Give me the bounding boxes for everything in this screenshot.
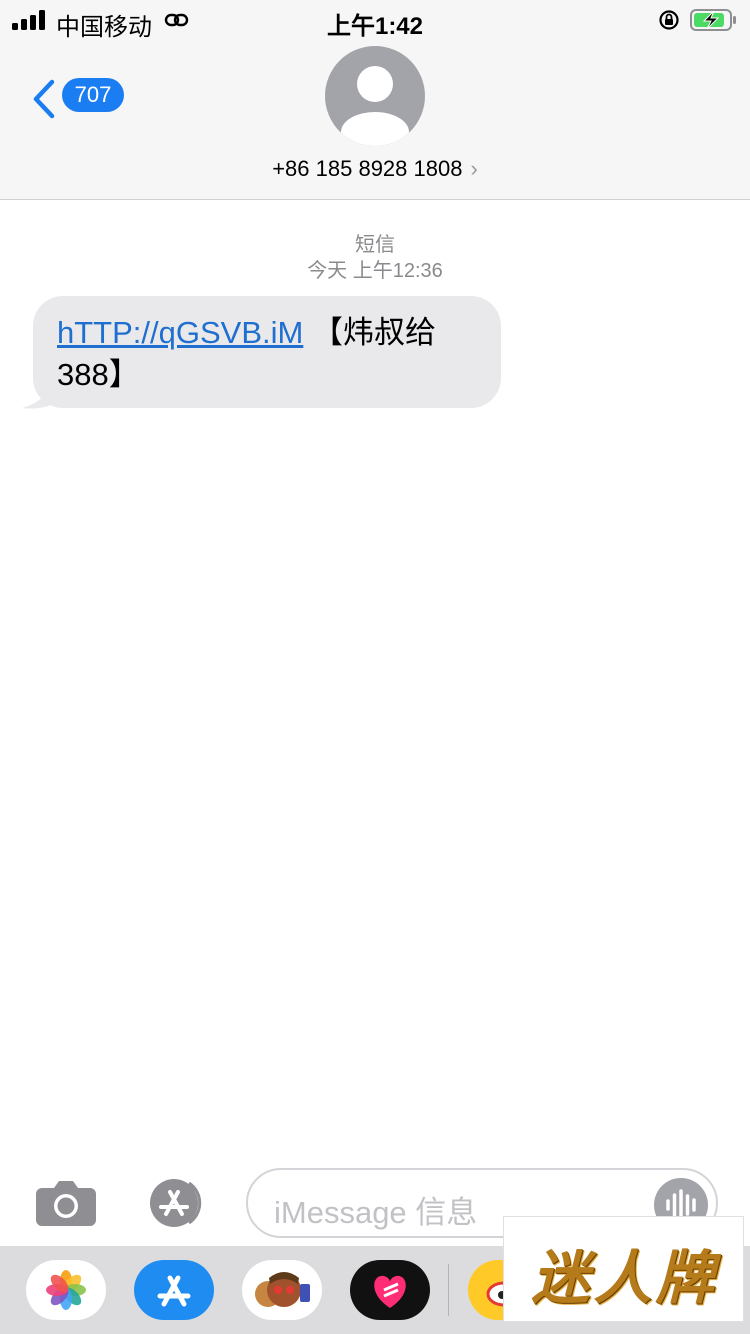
service-label: 短信: [355, 234, 395, 256]
message-link[interactable]: hTTP://qGSVB.iM: [57, 315, 303, 350]
input-placeholder: iMessage 信息: [274, 1195, 478, 1230]
contact-avatar[interactable]: [325, 46, 425, 146]
chevron-right-icon: ›: [470, 156, 478, 181]
photos-flower-icon: [46, 1270, 86, 1310]
watermark-text: 迷人牌: [531, 1244, 718, 1312]
message-timestamp: 今天 上午12:36: [307, 260, 443, 282]
heart-sticker-icon[interactable]: [350, 1260, 430, 1320]
app-store-app-icon[interactable]: [134, 1260, 214, 1320]
watermark: 迷人牌: [503, 1216, 744, 1322]
message-text: hTTP://qGSVB.iM 【炜叔给388】: [57, 312, 487, 396]
rotation-lock-icon: [659, 10, 679, 30]
camera-icon[interactable]: [34, 1178, 98, 1228]
chevron-left-icon: [33, 79, 55, 119]
app-store-icon[interactable]: [140, 1178, 212, 1228]
battery-charging-icon: [690, 9, 736, 31]
back-button[interactable]: 707: [30, 78, 130, 119]
app-store-glyph-icon: [157, 1275, 191, 1307]
memoji-icon[interactable]: [242, 1260, 322, 1320]
status-bar: 中国移动 上午1:42: [0, 0, 750, 41]
conversation-header: 707 +86 185 8928 1808 ›: [0, 40, 750, 200]
drawer-divider: [448, 1264, 449, 1316]
heart-glyph-icon: [374, 1275, 406, 1308]
memoji-face-icon: [255, 1272, 310, 1307]
contact-number: +86 185 8928 1808: [272, 156, 463, 181]
contact-name[interactable]: +86 185 8928 1808 ›: [0, 156, 750, 182]
unread-count-badge: 707: [62, 78, 124, 112]
status-clock: 上午1:42: [326, 13, 424, 40]
photos-icon[interactable]: [26, 1260, 106, 1320]
